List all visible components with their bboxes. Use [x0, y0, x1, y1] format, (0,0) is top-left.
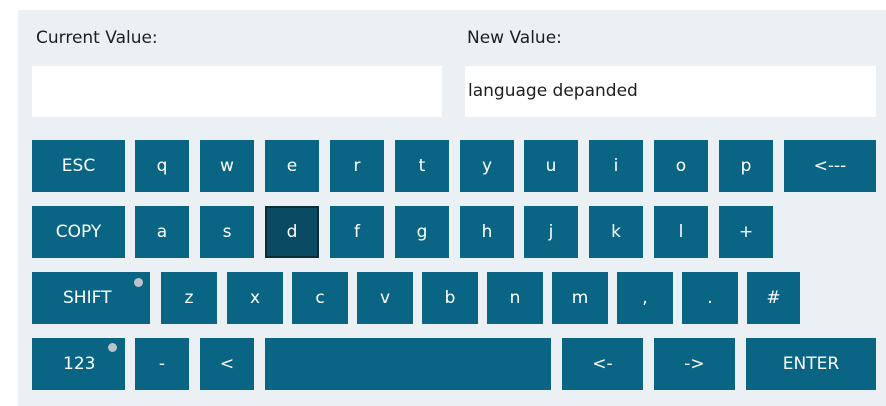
numbers-indicator-icon — [108, 343, 117, 352]
space-key[interactable] — [265, 338, 551, 390]
key-d[interactable]: d — [265, 206, 319, 258]
key-b[interactable]: b — [422, 272, 478, 324]
key-g[interactable]: g — [395, 206, 449, 258]
esc-key[interactable]: ESC — [32, 140, 125, 192]
key-v[interactable]: v — [357, 272, 413, 324]
key-m[interactable]: m — [552, 272, 608, 324]
key-hash[interactable]: # — [747, 272, 800, 324]
key-minus[interactable]: - — [135, 338, 189, 390]
key-comma[interactable]: , — [617, 272, 673, 324]
backspace-key[interactable]: <--- — [784, 140, 876, 192]
key-p[interactable]: p — [719, 140, 773, 192]
key-e[interactable]: e — [265, 140, 319, 192]
key-n[interactable]: n — [487, 272, 543, 324]
key-q[interactable]: q — [135, 140, 189, 192]
enter-key[interactable]: ENTER — [746, 338, 876, 390]
key-u[interactable]: u — [524, 140, 578, 192]
new-value-label: New Value: — [467, 28, 562, 48]
new-value-field[interactable]: language depanded — [465, 66, 876, 117]
key-t[interactable]: t — [395, 140, 449, 192]
key-k[interactable]: k — [589, 206, 643, 258]
key-s[interactable]: s — [200, 206, 254, 258]
key-z[interactable]: z — [161, 272, 217, 324]
shift-indicator-icon — [134, 278, 143, 287]
key-y[interactable]: y — [460, 140, 514, 192]
key-w[interactable]: w — [200, 140, 254, 192]
key-period[interactable]: . — [682, 272, 738, 324]
key-c[interactable]: c — [292, 272, 348, 324]
current-value-label: Current Value: — [36, 28, 158, 48]
key-r[interactable]: r — [330, 140, 384, 192]
key-f[interactable]: f — [330, 206, 384, 258]
cursor-right-key[interactable]: -> — [654, 338, 735, 390]
key-a[interactable]: a — [135, 206, 189, 258]
shift-key[interactable]: SHIFT — [32, 272, 150, 324]
key-h[interactable]: h — [460, 206, 514, 258]
current-value-field — [32, 66, 442, 117]
key-plus[interactable]: + — [719, 206, 773, 258]
key-less-than[interactable]: < — [200, 338, 254, 390]
cursor-left-key[interactable]: <- — [562, 338, 643, 390]
key-x[interactable]: x — [227, 272, 283, 324]
key-l[interactable]: l — [654, 206, 708, 258]
key-i[interactable]: i — [589, 140, 643, 192]
key-o[interactable]: o — [654, 140, 708, 192]
shift-key-label: SHIFT — [63, 288, 112, 308]
numbers-key-label: 123 — [63, 354, 96, 374]
copy-key[interactable]: COPY — [32, 206, 125, 258]
key-j[interactable]: j — [524, 206, 578, 258]
